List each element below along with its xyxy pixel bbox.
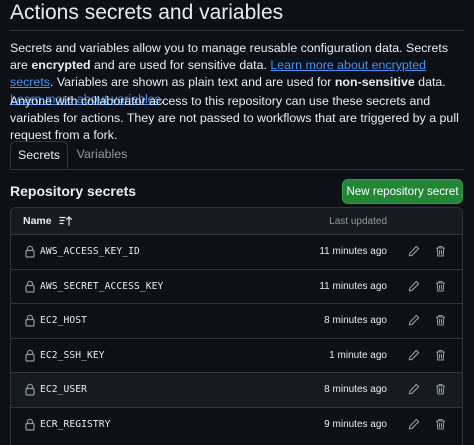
lock-icon bbox=[25, 418, 35, 431]
last-updated: 11 minutes ago bbox=[319, 246, 387, 257]
secret-name: AWS_SECRET_ACCESS_KEY bbox=[40, 280, 164, 292]
secret-name: EC2_SSH_KEY bbox=[40, 349, 105, 361]
lock-icon bbox=[25, 383, 35, 396]
last-updated: 8 minutes ago bbox=[324, 315, 387, 326]
description-emphasis-encrypted: encrypted bbox=[31, 58, 91, 72]
trash-icon[interactable] bbox=[435, 245, 446, 257]
new-repository-secret-button[interactable]: New repository secret bbox=[342, 179, 463, 204]
pencil-icon[interactable] bbox=[408, 314, 420, 326]
table-row: EC2_SSH_KEY 1 minute ago bbox=[11, 339, 462, 373]
last-updated: 9 minutes ago bbox=[324, 418, 387, 430]
table-row: EC2_USER 8 minutes ago bbox=[11, 373, 462, 408]
table-header: Name Last updated bbox=[11, 208, 462, 235]
last-updated: 1 minute ago bbox=[329, 349, 387, 361]
table-row: ECR_REGISTRY 9 minutes ago bbox=[11, 408, 462, 443]
secrets-table: Name Last updated AWS_ACCESS_KEY_ID 11 m… bbox=[10, 207, 463, 445]
description-text: . Variables are shown as plain text and … bbox=[49, 75, 335, 89]
description-text: data. bbox=[414, 75, 446, 89]
trash-icon[interactable] bbox=[435, 418, 446, 430]
tab-secrets[interactable]: Secrets bbox=[10, 141, 68, 169]
table-row: EC2_HOST 8 minutes ago bbox=[11, 304, 462, 339]
access-note: Anyone with collaborator access to this … bbox=[10, 94, 459, 142]
secret-name: ECR_REGISTRY bbox=[40, 418, 111, 430]
table-row: AWS_ACCESS_KEY_ID 11 minutes ago bbox=[11, 235, 462, 270]
page-title: Actions secrets and variables bbox=[10, 1, 284, 24]
pencil-icon[interactable] bbox=[408, 418, 420, 430]
title-divider bbox=[10, 30, 464, 31]
trash-icon[interactable] bbox=[435, 383, 446, 395]
secret-name: AWS_ACCESS_KEY_ID bbox=[40, 246, 140, 257]
trash-icon[interactable] bbox=[435, 314, 446, 326]
column-header-name[interactable]: Name bbox=[23, 215, 52, 227]
lock-icon bbox=[25, 245, 35, 258]
secret-name: EC2_USER bbox=[40, 384, 88, 395]
column-header-last-updated: Last updated bbox=[329, 216, 387, 227]
last-updated: 11 minutes ago bbox=[319, 280, 387, 292]
table-row: AWS_SECRET_ACCESS_KEY 11 minutes ago bbox=[11, 270, 462, 304]
pencil-icon[interactable] bbox=[408, 349, 420, 361]
tab-bar: Secrets Variables bbox=[10, 141, 464, 169]
lock-icon bbox=[25, 349, 35, 362]
sort-icon[interactable] bbox=[59, 215, 73, 227]
section-title: Repository secrets bbox=[10, 183, 137, 199]
last-updated: 8 minutes ago bbox=[324, 384, 387, 395]
description-emphasis-non-sensitive: non-sensitive bbox=[334, 75, 415, 89]
trash-icon[interactable] bbox=[435, 280, 446, 292]
pencil-icon[interactable] bbox=[408, 383, 420, 395]
description-text: and are used for sensitive data. bbox=[90, 58, 271, 72]
tab-divider bbox=[10, 169, 464, 170]
tab-variables[interactable]: Variables bbox=[68, 141, 136, 169]
pencil-icon[interactable] bbox=[408, 245, 420, 257]
lock-icon bbox=[25, 280, 35, 293]
secret-name: EC2_HOST bbox=[40, 315, 88, 326]
lock-icon bbox=[25, 314, 35, 327]
trash-icon[interactable] bbox=[435, 349, 446, 361]
pencil-icon[interactable] bbox=[408, 280, 420, 292]
